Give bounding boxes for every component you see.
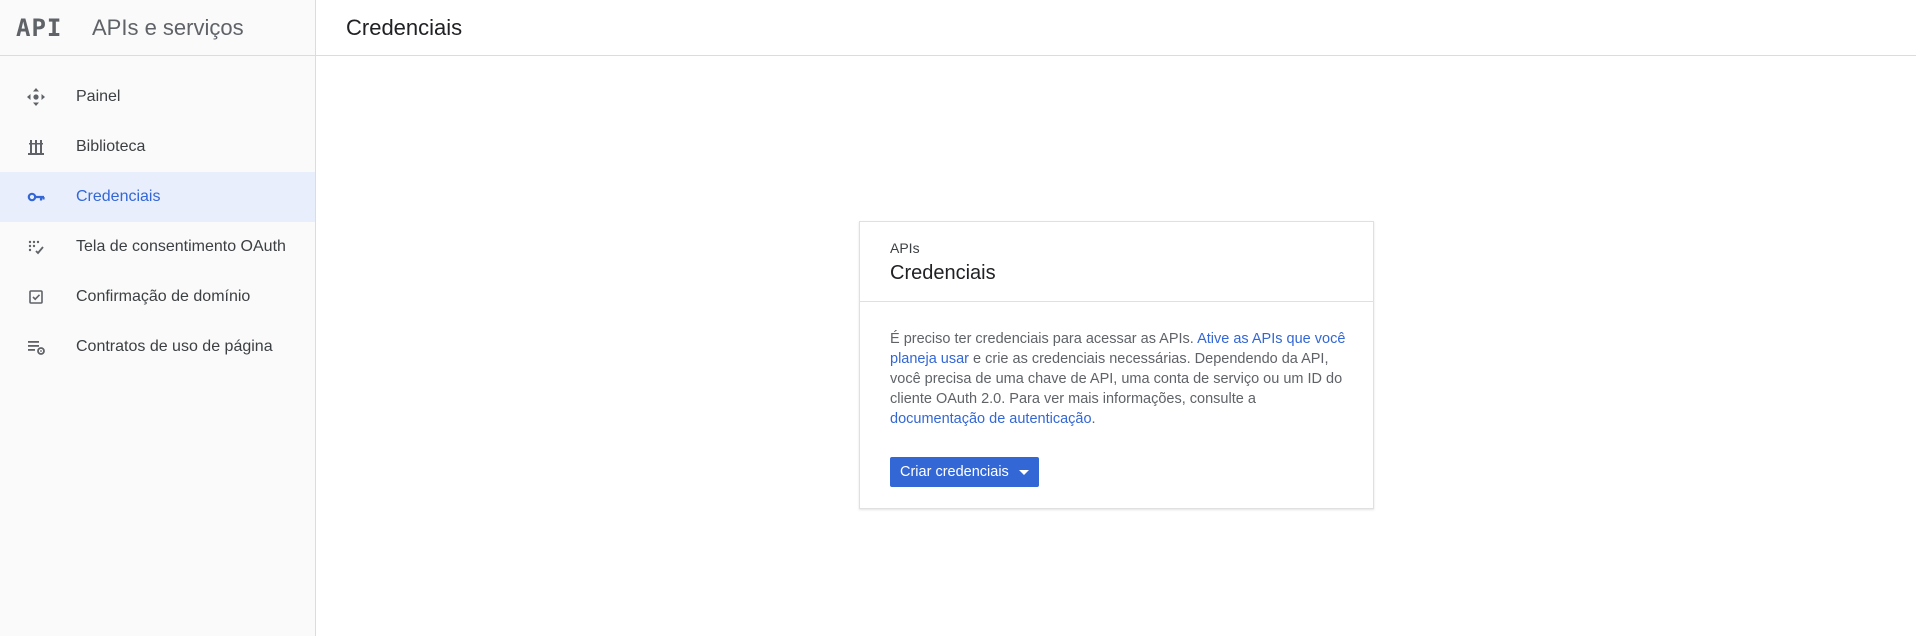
- sidebar-item-label: Painel: [76, 88, 121, 105]
- sidebar-item-label: Contratos de uso de página: [76, 338, 273, 355]
- consent-screen-icon: [25, 236, 47, 258]
- card-text-part-1: É preciso ter credenciais para acessar a…: [890, 331, 1198, 347]
- sidebar-item-label: Confirmação de domínio: [76, 288, 251, 305]
- library-icon: [25, 136, 47, 158]
- auth-docs-link[interactable]: documentação de autenticação: [890, 411, 1092, 427]
- create-credentials-label: Criar credenciais: [900, 464, 1009, 480]
- sidebar-item-label: Tela de consentimento OAuth: [76, 238, 286, 255]
- card-title: Credenciais: [890, 262, 996, 284]
- sidebar-item-label: Biblioteca: [76, 138, 146, 155]
- sidebar-item-label: Credenciais: [76, 188, 161, 205]
- domain-check-icon: [25, 286, 47, 308]
- top-bar: Credenciais: [316, 0, 1916, 56]
- card-eyebrow: APIs: [890, 240, 920, 256]
- card-description: É preciso ter credenciais para acessar a…: [890, 329, 1346, 429]
- api-logo[interactable]: API: [16, 14, 76, 42]
- card-body: É preciso ter credenciais para acessar a…: [860, 302, 1373, 487]
- dashboard-icon: [25, 86, 47, 108]
- sidebar-nav: Painel Biblioteca Credenciais Tela de co…: [0, 56, 315, 372]
- app-root: API APIs e serviços Painel Biblioteca Cr…: [0, 0, 1916, 636]
- page-settings-icon: [25, 336, 47, 358]
- sidebar-item-confirmacao-dominio[interactable]: Confirmação de domínio: [0, 272, 315, 322]
- card-header: APIs Credenciais: [860, 222, 1373, 302]
- key-icon: [25, 186, 47, 208]
- product-title[interactable]: APIs e serviços: [92, 15, 244, 41]
- sidebar-item-tela-consentimento[interactable]: Tela de consentimento OAuth: [0, 222, 315, 272]
- sidebar-item-painel[interactable]: Painel: [0, 72, 315, 122]
- caret-down-icon: [1018, 469, 1029, 475]
- sidebar-header: API APIs e serviços: [0, 0, 315, 56]
- sidebar-item-biblioteca[interactable]: Biblioteca: [0, 122, 315, 172]
- sidebar-item-contratos-uso[interactable]: Contratos de uso de página: [0, 322, 315, 372]
- credentials-card: APIs Credenciais É preciso ter credencia…: [859, 221, 1374, 509]
- card-text-part-3: .: [1091, 411, 1096, 427]
- page-title: Credenciais: [346, 14, 463, 40]
- sidebar: API APIs e serviços Painel Biblioteca Cr…: [0, 0, 316, 636]
- create-credentials-button[interactable]: Criar credenciais: [890, 457, 1039, 487]
- sidebar-item-credenciais[interactable]: Credenciais: [0, 172, 315, 222]
